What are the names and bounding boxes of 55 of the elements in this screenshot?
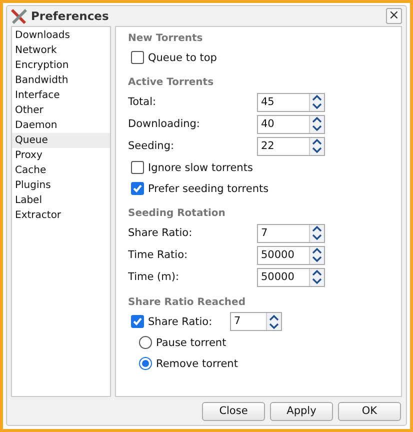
category-item[interactable]: Daemon	[12, 118, 110, 133]
category-item[interactable]: Network	[12, 43, 110, 58]
category-item[interactable]: Bandwidth	[12, 73, 110, 88]
radio-button[interactable]	[139, 336, 152, 349]
number-field[interactable]: 7	[257, 224, 325, 242]
number-field[interactable]: 22	[257, 136, 325, 156]
category-item[interactable]: Interface	[12, 88, 110, 103]
checkbox-label: Ignore slow torrents	[148, 162, 253, 174]
window-title: Preferences	[31, 9, 110, 23]
checkbox-label: Prefer seeding torrents	[148, 182, 269, 194]
category-item[interactable]: Encryption	[12, 58, 110, 73]
category-item[interactable]: Other	[12, 103, 110, 118]
spin-arrows-icon[interactable]	[311, 137, 323, 155]
category-item[interactable]: Plugins	[12, 178, 110, 193]
dialog-button[interactable]: OK	[338, 402, 401, 420]
checkbox[interactable]	[131, 182, 144, 195]
radio-label: Pause torrent	[156, 336, 226, 348]
radio-button[interactable]	[139, 357, 152, 370]
category-item[interactable]: Queue	[12, 133, 110, 148]
number-field[interactable]: 7	[230, 312, 282, 331]
tools-icon	[10, 7, 28, 25]
checkbox-label: Queue to top	[148, 52, 217, 64]
spin-arrows-icon[interactable]	[311, 268, 323, 286]
checkbox[interactable]	[131, 161, 144, 174]
section-heading: Active Torrents	[128, 76, 215, 90]
field-label: Seeding:	[128, 140, 176, 152]
field-label: Share Ratio:	[128, 227, 194, 239]
checkbox[interactable]	[131, 51, 144, 64]
spin-arrows-icon[interactable]	[311, 115, 323, 133]
category-item[interactable]: Cache	[12, 163, 110, 178]
dialog-button[interactable]: Apply	[270, 402, 333, 420]
category-item[interactable]: Downloads	[12, 28, 110, 43]
category-item[interactable]: Proxy	[12, 148, 110, 163]
spin-arrows-icon[interactable]	[311, 93, 323, 111]
field-label: Downloading:	[128, 118, 201, 130]
category-item[interactable]: Extractor	[12, 208, 110, 223]
field-label: Total:	[128, 96, 158, 108]
spin-arrows-icon[interactable]	[311, 246, 323, 264]
dialog-button[interactable]: Close	[202, 402, 265, 420]
field-label: Time Ratio:	[128, 249, 189, 261]
checkbox[interactable]	[131, 315, 144, 328]
close-button[interactable]: ×	[386, 8, 402, 24]
radio-label: Remove torrent	[156, 358, 238, 370]
spin-arrows-icon[interactable]	[311, 224, 323, 242]
number-field[interactable]: 50000	[257, 268, 325, 286]
number-field[interactable]: 45	[257, 92, 325, 112]
spin-arrows-icon[interactable]	[268, 312, 280, 330]
section-heading: Seeding Rotation	[128, 207, 226, 221]
section-heading: New Torrents	[128, 32, 204, 46]
field-label: Time (m):	[128, 271, 180, 283]
checkbox-label: Share Ratio:	[148, 316, 214, 328]
section-heading: Share Ratio Reached	[128, 296, 246, 310]
category-item[interactable]: Label	[12, 193, 110, 208]
number-field[interactable]: 50000	[257, 246, 325, 264]
number-field[interactable]: 40	[257, 114, 325, 134]
